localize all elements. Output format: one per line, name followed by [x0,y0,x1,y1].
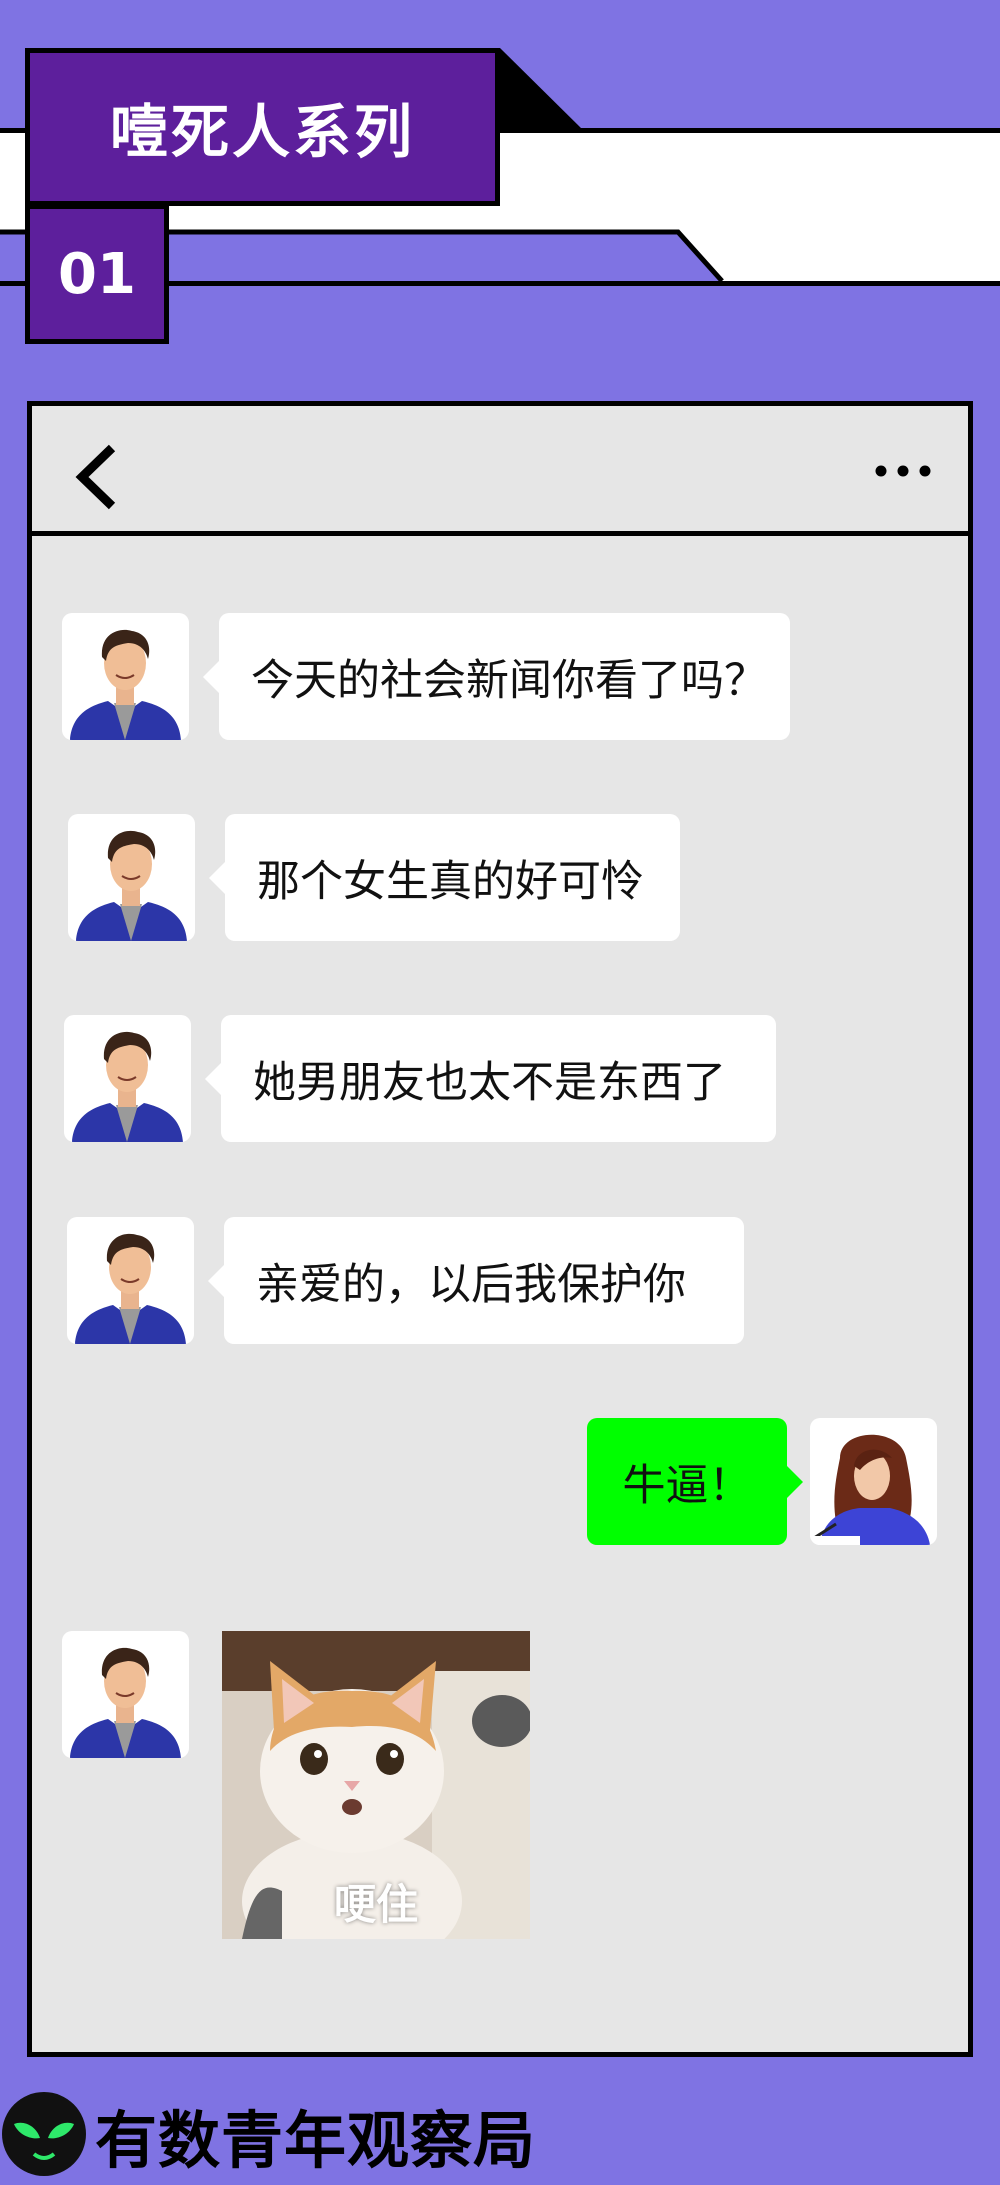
man-avatar-icon [76,830,187,941]
avatar-boyfriend[interactable] [68,814,195,941]
man-avatar-icon [72,1031,183,1142]
message-bubble[interactable]: 今天的社会新闻你看了吗？ [203,613,790,740]
message-text: 那个女生真的好可怜 [257,856,644,907]
avatar-girlfriend[interactable] [810,1418,937,1545]
message-text: 牛逼！ [622,1460,752,1511]
brand-name: 有数青年观察局 [95,2104,537,2177]
message-text: 今天的社会新闻你看了吗？ [251,655,767,706]
series-number: 01 [25,204,169,344]
series-title: 噎死人系列 [25,48,500,206]
chat-header [32,406,968,536]
avatar-boyfriend[interactable] [64,1015,191,1142]
avatar-boyfriend[interactable] [62,1631,189,1758]
man-avatar-icon [70,1647,181,1758]
avatar-boyfriend[interactable] [67,1217,194,1344]
woman-avatar-icon [810,1434,930,1545]
chevron-left-icon[interactable] [72,442,122,512]
chat-window: 今天的社会新闻你看了吗？ 那个女生真的好可怜 她男朋友也太不是东西了 亲爱的，以… [27,401,973,2057]
series-title-text: 噎死人系列 [109,98,415,166]
message-bubble[interactable]: 她男朋友也太不是东西了 [205,1015,776,1142]
message-bubble[interactable]: 那个女生真的好可怜 [209,814,680,941]
message-text: 亲爱的，以后我保护你 [256,1259,686,1310]
cat-sticker[interactable]: 哽住 [222,1631,530,1939]
sticker-caption: 哽住 [333,1880,418,1929]
series-number-text: 01 [58,241,136,307]
man-avatar-icon [70,629,181,740]
message-bubble[interactable]: 亲爱的，以后我保护你 [208,1217,744,1344]
my-message-bubble[interactable]: 牛逼！ [587,1418,803,1545]
message-text: 她男朋友也太不是东西了 [253,1057,726,1108]
man-avatar-icon [75,1233,186,1344]
avatar-boyfriend[interactable] [62,613,189,740]
more-dots-icon[interactable] [873,461,933,481]
title-shadow [495,48,583,130]
alien-head-logo [2,2092,86,2176]
